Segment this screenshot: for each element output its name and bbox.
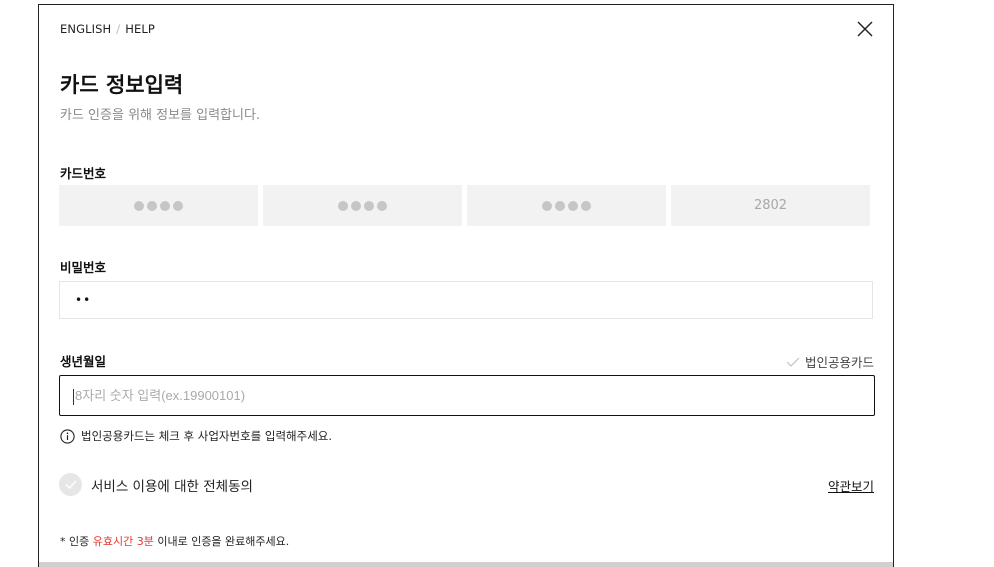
- card-number-label: 카드번호: [60, 166, 107, 181]
- card-number-fields: 2802: [59, 185, 871, 226]
- corporate-card-checkbox[interactable]: 법인공용카드: [786, 352, 874, 371]
- bottom-bar: [39, 562, 893, 567]
- password-label: 비밀번호: [60, 260, 107, 275]
- masked-digits: [134, 200, 183, 211]
- card-number-segment-3[interactable]: [467, 185, 666, 226]
- close-icon: [857, 21, 873, 37]
- card-number-segment-1[interactable]: [59, 185, 258, 226]
- agree-all-label: 서비스 이용에 대한 전체동의: [91, 478, 253, 495]
- page-subtitle: 카드 인증을 위해 정보를 입력합니다.: [60, 108, 261, 123]
- password-input[interactable]: ••: [59, 281, 873, 319]
- view-terms-link[interactable]: 약관보기: [828, 476, 874, 495]
- card-info-modal: ENGLISH / HELP 카드 정보입력 카드 인증을 위해 정보를 입력합니다…: [38, 4, 894, 567]
- nav-separator: /: [116, 22, 121, 36]
- birth-date-placeholder: 8자리 숫자 입력(ex.19900101): [75, 388, 246, 403]
- masked-digits: [542, 200, 591, 211]
- card-number-segment-2[interactable]: [263, 185, 462, 226]
- info-icon: [60, 428, 75, 444]
- agree-all-checkbox[interactable]: 서비스 이용에 대한 전체동의: [59, 473, 253, 496]
- checkbox-check-icon: [64, 480, 77, 489]
- close-button[interactable]: [856, 20, 874, 38]
- text-cursor: [73, 388, 74, 405]
- english-link[interactable]: ENGLISH: [60, 22, 111, 36]
- page-title: 카드 정보입력: [60, 73, 184, 97]
- masked-digits: [338, 200, 387, 211]
- birth-label: 생년월일: [60, 354, 107, 369]
- info-message: 법인공용카드는 체크 후 사업자번호를 입력해주세요.: [60, 428, 332, 444]
- timeout-notice: * 인증 유효시간 3분 이내로 인증을 완료해주세요.: [60, 533, 289, 549]
- corporate-card-label: 법인공용카드: [804, 355, 874, 370]
- top-nav: ENGLISH / HELP: [60, 22, 155, 36]
- card-number-segment-4[interactable]: 2802: [671, 185, 870, 226]
- checkbox-circle: [59, 473, 82, 496]
- help-link[interactable]: HELP: [125, 22, 155, 36]
- notice-highlight: 유효시간 3분: [92, 535, 154, 548]
- birth-date-input[interactable]: 8자리 숫자 입력(ex.19900101): [59, 375, 875, 416]
- check-icon: [786, 357, 800, 367]
- notice-suffix: 이내로 인증을 완료해주세요.: [153, 535, 290, 548]
- info-text: 법인공용카드는 체크 후 사업자번호를 입력해주세요.: [81, 429, 333, 443]
- notice-prefix: * 인증: [60, 535, 93, 548]
